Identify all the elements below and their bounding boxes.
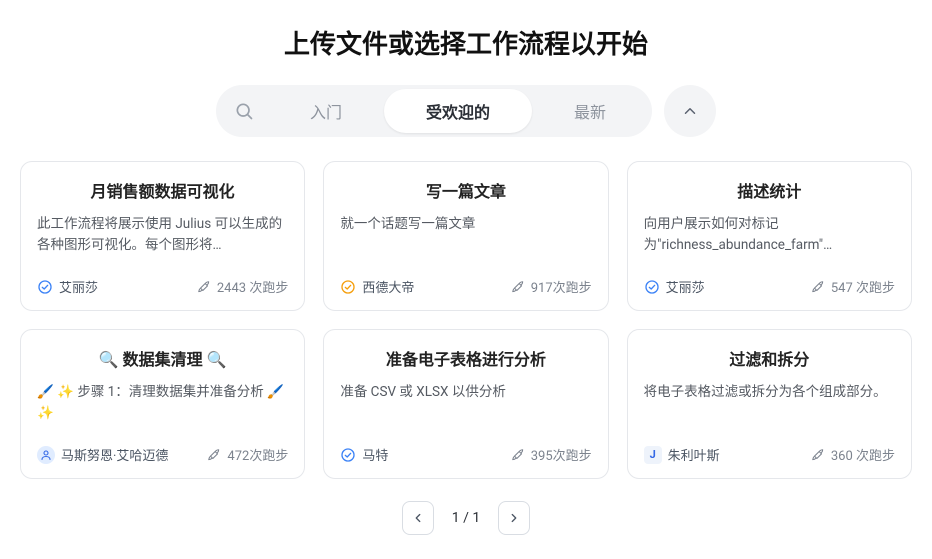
- user-avatar-icon: [37, 446, 55, 464]
- runs-count: 2443 次跑步: [217, 277, 288, 296]
- filter-bar: 入门 受欢迎的 最新: [20, 85, 912, 137]
- rocket-icon: [811, 448, 825, 462]
- workflow-grid: 月销售额数据可视化 此工作流程将展示使用 Julius 可以生成的各种图形可视化…: [20, 161, 912, 479]
- card-footer: J 朱利叶斯 360 次跑步: [644, 445, 895, 464]
- user-avatar-icon: J: [644, 446, 662, 464]
- tab-popular[interactable]: 受欢迎的: [384, 89, 532, 133]
- chevron-up-icon: [681, 102, 699, 120]
- author-name: 西德大帝: [362, 277, 414, 296]
- card-title: 过滤和拆分: [644, 346, 895, 370]
- card-description: 此工作流程将展示使用 Julius 可以生成的各种图形可视化。每个图形将…: [37, 214, 288, 263]
- runs-count: 395次跑步: [531, 445, 592, 464]
- card-runs: 395次跑步: [511, 445, 592, 464]
- tab-group: 入门 受欢迎的 最新: [216, 85, 652, 137]
- rocket-icon: [511, 280, 525, 294]
- card-author: J 朱利叶斯: [644, 445, 720, 464]
- card-description: 将电子表格过滤或拆分为各个组成部分。: [644, 382, 895, 431]
- card-runs: 472次跑步: [207, 445, 288, 464]
- card-footer: 西德大帝 917次跑步: [340, 277, 591, 296]
- runs-count: 547 次跑步: [831, 277, 895, 296]
- workflow-card[interactable]: 描述统计 向用户展示如何对标记为"richness_abundance_farm…: [627, 161, 912, 311]
- card-author: 西德大帝: [340, 277, 414, 296]
- card-author: 马特: [340, 445, 388, 464]
- rocket-icon: [811, 280, 825, 294]
- card-title: 描述统计: [644, 178, 895, 202]
- tab-newest[interactable]: 最新: [532, 89, 648, 133]
- card-author: 艾丽莎: [644, 277, 705, 296]
- workflow-card[interactable]: 月销售额数据可视化 此工作流程将展示使用 Julius 可以生成的各种图形可视化…: [20, 161, 305, 311]
- card-description: 准备 CSV 或 XLSX 以供分析: [340, 382, 591, 431]
- verified-badge-icon: [340, 279, 356, 295]
- card-author: 马斯努恩·艾哈迈德: [37, 445, 168, 464]
- card-runs: 2443 次跑步: [197, 277, 288, 296]
- card-title: 写一篇文章: [340, 178, 591, 202]
- card-title: 月销售额数据可视化: [37, 178, 288, 202]
- author-name: 马特: [362, 445, 388, 464]
- card-footer: 马斯努恩·艾哈迈德 472次跑步: [37, 445, 288, 464]
- rocket-icon: [207, 448, 221, 462]
- card-description: 就一个话题写一篇文章: [340, 214, 591, 263]
- prev-page-button[interactable]: [402, 501, 434, 535]
- next-page-button[interactable]: [498, 501, 530, 535]
- runs-count: 472次跑步: [227, 445, 288, 464]
- search-icon: [234, 101, 254, 121]
- card-footer: 马特 395次跑步: [340, 445, 591, 464]
- collapse-button[interactable]: [664, 85, 716, 137]
- card-runs: 917次跑步: [511, 277, 592, 296]
- card-title: 🔍 数据集清理 🔍: [37, 346, 288, 370]
- author-name: 艾丽莎: [59, 277, 98, 296]
- chevron-left-icon: [411, 511, 425, 525]
- rocket-icon: [197, 280, 211, 294]
- card-title: 准备电子表格进行分析: [340, 346, 591, 370]
- verified-badge-icon: [340, 447, 356, 463]
- card-author: 艾丽莎: [37, 277, 98, 296]
- card-description: 向用户展示如何对标记为"richness_abundance_farm"…: [644, 214, 895, 263]
- author-name: 朱利叶斯: [668, 445, 720, 464]
- card-footer: 艾丽莎 547 次跑步: [644, 277, 895, 296]
- page-indicator: 1 / 1: [442, 510, 490, 526]
- tab-intro[interactable]: 入门: [268, 89, 384, 133]
- workflow-card[interactable]: 🔍 数据集清理 🔍 🖌️ ✨ 步骤 1：清理数据集并准备分析 🖌️ ✨ 马斯努恩…: [20, 329, 305, 479]
- card-footer: 艾丽莎 2443 次跑步: [37, 277, 288, 296]
- workflow-card[interactable]: 过滤和拆分 将电子表格过滤或拆分为各个组成部分。 J 朱利叶斯 360 次跑步: [627, 329, 912, 479]
- chevron-right-icon: [507, 511, 521, 525]
- runs-count: 917次跑步: [531, 277, 592, 296]
- search-button[interactable]: [220, 101, 268, 121]
- pagination: 1 / 1: [20, 501, 912, 535]
- card-runs: 547 次跑步: [811, 277, 895, 296]
- author-name: 马斯努恩·艾哈迈德: [61, 445, 168, 464]
- card-description: 🖌️ ✨ 步骤 1：清理数据集并准备分析 🖌️ ✨: [37, 382, 288, 431]
- author-name: 艾丽莎: [666, 277, 705, 296]
- workflow-card[interactable]: 写一篇文章 就一个话题写一篇文章 西德大帝 917次跑步: [323, 161, 608, 311]
- runs-count: 360 次跑步: [831, 445, 895, 464]
- page-root: 上传文件或选择工作流程以开始 入门 受欢迎的 最新 月销售额数据可视化 此工作流…: [0, 0, 932, 535]
- workflow-card[interactable]: 准备电子表格进行分析 准备 CSV 或 XLSX 以供分析 马特 395次跑步: [323, 329, 608, 479]
- verified-badge-icon: [644, 279, 660, 295]
- verified-badge-icon: [37, 279, 53, 295]
- card-runs: 360 次跑步: [811, 445, 895, 464]
- rocket-icon: [511, 448, 525, 462]
- page-title: 上传文件或选择工作流程以开始: [20, 24, 912, 61]
